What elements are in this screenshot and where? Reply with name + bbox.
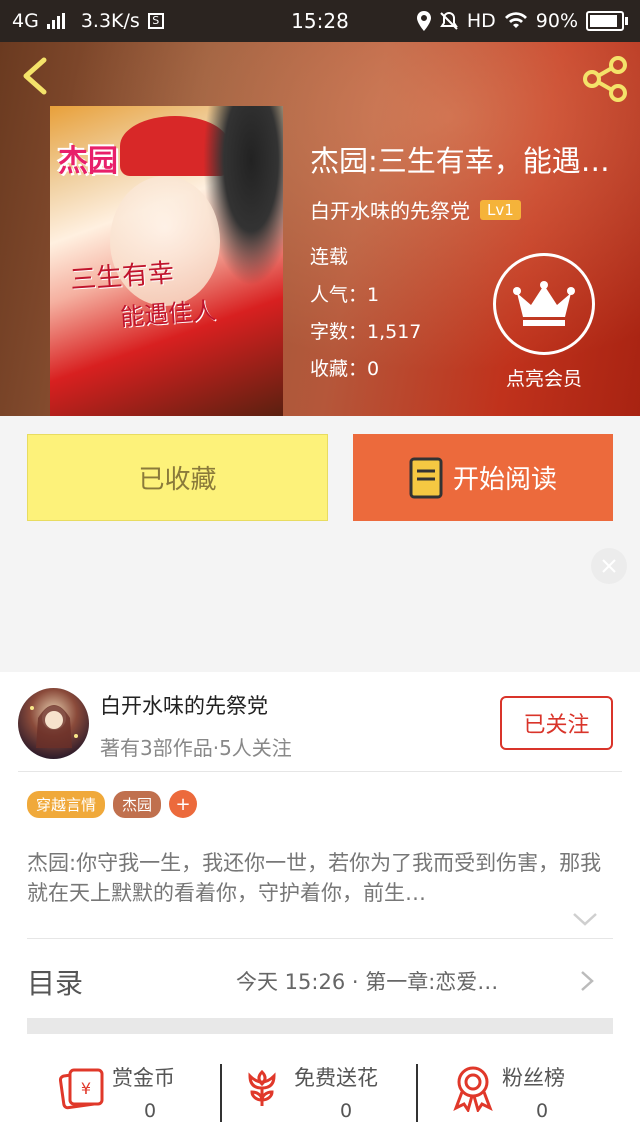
network-type: 4G bbox=[12, 10, 39, 32]
book-title: 杰园:三生有幸，能遇… bbox=[310, 144, 610, 178]
book-author[interactable]: 白开水味的先祭党 bbox=[310, 195, 470, 224]
popularity: 人气：1 bbox=[310, 284, 380, 306]
reward-count: 0 bbox=[144, 1100, 157, 1122]
vip-crown-button[interactable] bbox=[493, 253, 595, 355]
mute-bell-icon bbox=[439, 11, 458, 30]
location-icon bbox=[416, 11, 431, 31]
favorites-count: 收藏：0 bbox=[310, 358, 380, 380]
word-count: 字数：1,517 bbox=[310, 321, 422, 343]
back-arrow-icon[interactable] bbox=[18, 56, 52, 96]
section-spacer bbox=[27, 1018, 613, 1034]
start-reading-label: 开始阅读 bbox=[452, 465, 557, 495]
hd-indicator: HD bbox=[466, 10, 496, 32]
author-stats: 著有3部作品·5人关注 bbox=[100, 736, 292, 760]
author-name[interactable]: 白开水味的先祭党 bbox=[100, 690, 268, 720]
collected-button[interactable]: 已收藏 bbox=[27, 434, 328, 521]
red-envelope-icon: ¥ bbox=[58, 1068, 104, 1110]
wifi-icon bbox=[504, 12, 527, 28]
expand-chevron-icon[interactable] bbox=[572, 911, 598, 927]
network-speed: 3.3K/s bbox=[80, 10, 140, 32]
level-badge: Lv1 bbox=[480, 199, 521, 220]
book-author-row[interactable]: 白开水味的先祭党 Lv1 bbox=[310, 195, 521, 224]
book-description[interactable]: 杰园:你守我一生，我还你一世，若你为了我而受到伤害，那我就在天上默默的看着你，守… bbox=[27, 848, 613, 908]
close-icon bbox=[602, 559, 616, 573]
book-icon bbox=[409, 457, 443, 498]
avatar[interactable] bbox=[18, 688, 89, 759]
book-detail-card: 白开水味的先祭党 著有3部作品·5人关注 已关注 穿越言情 杰园 + 杰园:你守… bbox=[0, 672, 640, 1138]
book-cover[interactable]: 杰园 三生有幸 能遇佳人 bbox=[50, 106, 283, 416]
tag-fandom[interactable]: 杰园 bbox=[113, 790, 162, 818]
latest-chapter[interactable]: 今天 15:26 · 第一章:恋爱… bbox=[236, 966, 498, 996]
close-ad-button[interactable] bbox=[591, 548, 627, 584]
fan-ranking-label: 粉丝榜 bbox=[502, 1066, 565, 1090]
tag-list: 穿越言情 杰园 + bbox=[27, 790, 198, 818]
cover-title-line3: 能遇佳人 bbox=[119, 296, 218, 332]
bottom-action-bar: ¥ 赏金币 0 免费送花 0 粉丝榜 0 bbox=[0, 1054, 640, 1138]
medal-icon bbox=[453, 1066, 493, 1112]
divider bbox=[18, 771, 622, 772]
cover-title-line1: 杰园 bbox=[58, 144, 118, 179]
send-flower-button[interactable]: 免费送花 0 bbox=[222, 1054, 416, 1138]
chevron-right-icon[interactable] bbox=[580, 970, 594, 992]
reward-label: 赏金币 bbox=[112, 1066, 175, 1090]
toc-label[interactable]: 目录 bbox=[27, 962, 83, 1002]
follow-button[interactable]: 已关注 bbox=[500, 696, 613, 750]
signal-icon bbox=[46, 13, 65, 29]
flower-count: 0 bbox=[340, 1100, 353, 1122]
fan-ranking-button[interactable]: 粉丝榜 0 bbox=[418, 1054, 640, 1138]
share-icon[interactable] bbox=[582, 56, 628, 102]
battery-percent: 90% bbox=[535, 10, 578, 32]
status-bar: 4G 3.3K/s S 15:28 HD 90% bbox=[0, 0, 640, 42]
book-header: 杰园 三生有幸 能遇佳人 杰园:三生有幸，能遇… 白开水味的先祭党 Lv1 连载… bbox=[0, 42, 640, 416]
reward-coins-button[interactable]: ¥ 赏金币 0 bbox=[0, 1054, 220, 1138]
battery-icon bbox=[586, 11, 628, 31]
serial-status: 连载 bbox=[310, 246, 349, 268]
vip-label[interactable]: 点亮会员 bbox=[480, 364, 608, 391]
avatar-art bbox=[30, 705, 78, 748]
crown-icon bbox=[513, 281, 575, 326]
s-icon: S bbox=[147, 13, 164, 29]
tag-genre[interactable]: 穿越言情 bbox=[27, 790, 106, 818]
flower-label: 免费送花 bbox=[294, 1066, 378, 1090]
svg-text:¥: ¥ bbox=[81, 1079, 91, 1098]
add-tag-button[interactable]: + bbox=[169, 790, 198, 818]
divider bbox=[27, 938, 613, 939]
start-reading-button[interactable]: 开始阅读 bbox=[353, 434, 613, 521]
cover-title-line2: 三生有幸 bbox=[69, 258, 176, 296]
fan-ranking-count: 0 bbox=[536, 1100, 549, 1122]
flower-icon bbox=[248, 1069, 276, 1106]
